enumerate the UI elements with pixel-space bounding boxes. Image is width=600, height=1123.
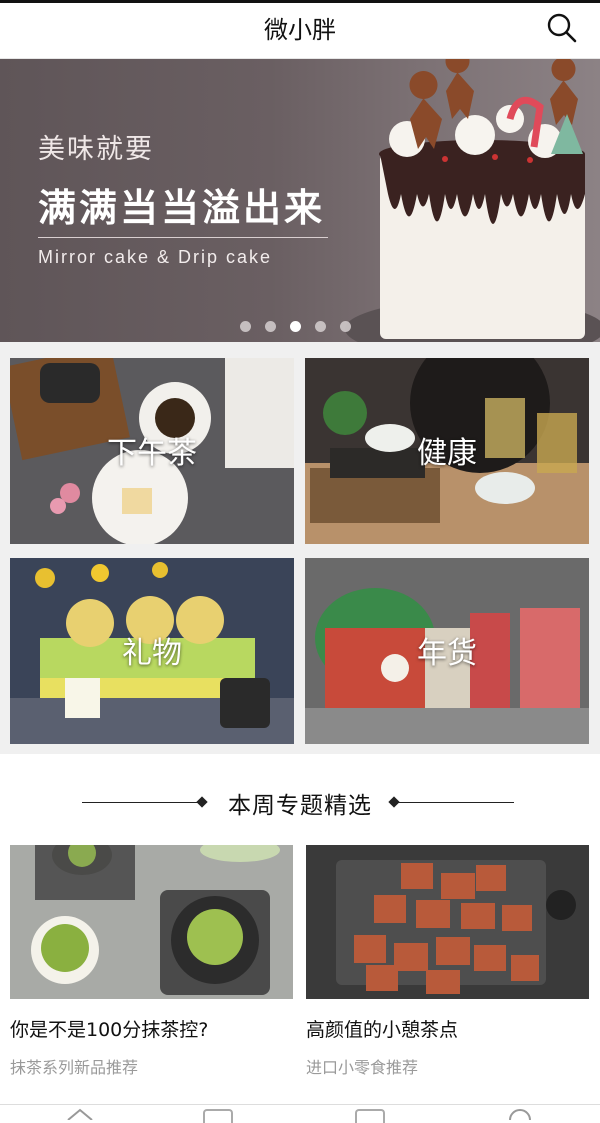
feature-title: 高颜值的小憩茶点 — [306, 1019, 459, 1041]
category-grid: 下午茶 健康 礼物 年货 — [0, 342, 600, 754]
drip-cake-image — [345, 59, 600, 342]
feature-subtitle: 抹茶系列新品推荐 — [10, 1058, 139, 1077]
feature-card-matcha[interactable]: 你是不是100分抹茶控? 抹茶系列新品推荐 — [10, 845, 293, 1078]
category-icon[interactable] — [203, 1109, 233, 1123]
category-afternoon-tea[interactable]: 下午茶 — [10, 358, 294, 544]
heading-rule-right — [394, 802, 514, 803]
pagination-dot[interactable] — [315, 321, 326, 332]
category-gift[interactable]: 礼物 — [10, 558, 294, 744]
search-icon[interactable] — [544, 10, 580, 46]
status-bar-edge — [0, 0, 600, 3]
banner-divider — [38, 237, 328, 238]
feature-title: 你是不是100分抹茶控? — [10, 1019, 209, 1041]
chocolate-snacks-image — [306, 845, 589, 999]
app-title: 微小胖 — [264, 16, 336, 44]
cart-icon[interactable] — [355, 1109, 385, 1123]
feature-subtitle: 进口小零食推荐 — [306, 1058, 419, 1077]
profile-icon[interactable] — [506, 1107, 534, 1120]
weekly-topics-heading: 本周专题精选 — [0, 782, 600, 822]
pagination-dot[interactable] — [340, 321, 351, 332]
category-label: 年货 — [417, 636, 477, 671]
banner-headline: 满满当当溢出来 — [38, 186, 326, 230]
bottom-tab-bar — [0, 1104, 600, 1123]
feature-card-tea-snacks[interactable]: 高颜值的小憩茶点 进口小零食推荐 — [306, 845, 589, 1078]
pagination-dot[interactable] — [265, 321, 276, 332]
banner-tagline: 美味就要 — [38, 134, 154, 165]
category-health[interactable]: 健康 — [305, 358, 589, 544]
feature-image — [10, 845, 293, 999]
pagination-dot-active[interactable] — [290, 321, 301, 332]
banner-pagination[interactable] — [240, 321, 351, 332]
category-new-year-goods[interactable]: 年货 — [305, 558, 589, 744]
promo-banner[interactable]: 美味就要 满满当当溢出来 Mirror cake & Drip cake — [0, 59, 600, 342]
section-title: 本周专题精选 — [228, 793, 372, 819]
matcha-image — [10, 845, 293, 999]
category-label: 礼物 — [122, 636, 182, 671]
home-icon[interactable] — [66, 1107, 94, 1120]
app-header: 微小胖 — [0, 0, 600, 59]
category-label: 健康 — [417, 436, 477, 471]
pagination-dot[interactable] — [240, 321, 251, 332]
category-label: 下午茶 — [107, 436, 197, 471]
feature-image — [306, 845, 589, 999]
banner-subtitle: Mirror cake & Drip cake — [38, 247, 273, 267]
